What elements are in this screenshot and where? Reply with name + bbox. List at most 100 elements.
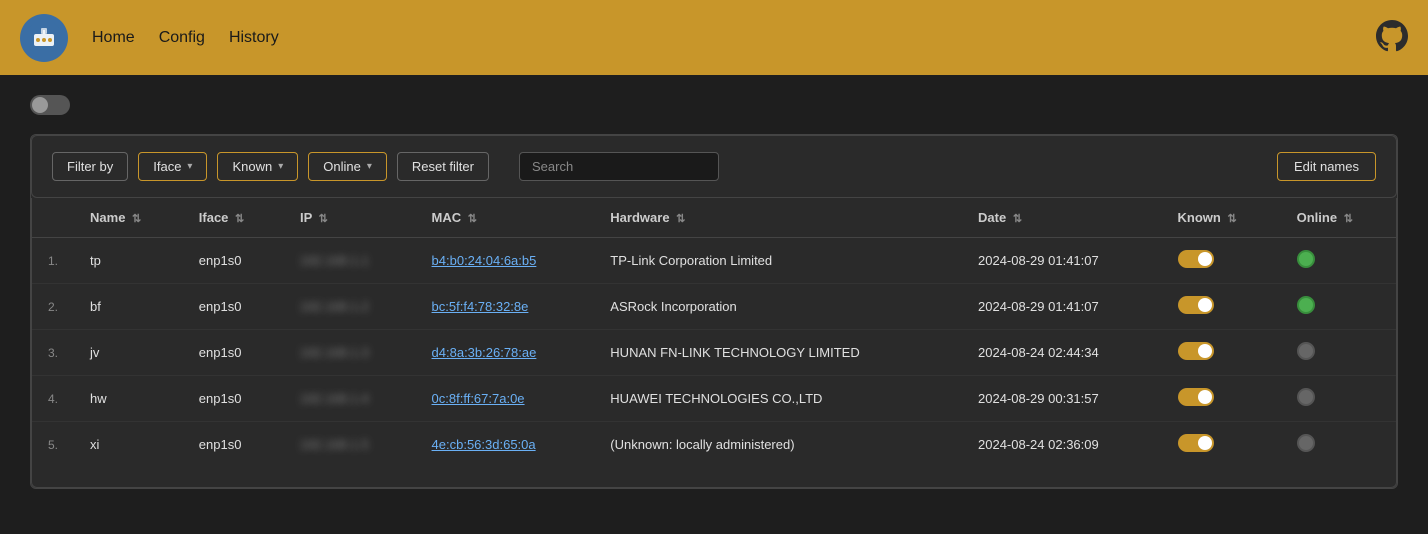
ip-sort-icon[interactable]: ⇅	[319, 213, 328, 225]
iface-arrow-icon: ▾	[187, 161, 192, 172]
cell-name: bf	[74, 284, 183, 330]
cell-mac: bc:5f:f4:78:32:8e	[416, 284, 595, 330]
known-arrow-icon: ▾	[278, 161, 283, 172]
cell-known	[1162, 330, 1281, 376]
cell-date: 2024-08-29 01:41:07	[962, 284, 1162, 330]
col-ip: IP ⇅	[284, 198, 416, 238]
date-sort-icon[interactable]: ⇅	[1013, 213, 1022, 225]
online-indicator	[1297, 434, 1315, 452]
known-toggle-knob	[1198, 436, 1212, 450]
edit-names-button[interactable]: Edit names	[1277, 152, 1376, 181]
online-label: Online	[323, 159, 361, 174]
cell-num: 5.	[32, 422, 74, 468]
cell-mac: 0c:8f:ff:67:7a:0e	[416, 376, 595, 422]
nav-home[interactable]: Home	[92, 29, 135, 47]
cell-iface: enp1s0	[183, 422, 284, 468]
known-toggle-knob	[1198, 252, 1212, 266]
nav-links: Home Config History	[92, 29, 279, 47]
mac-sort-icon[interactable]: ⇅	[468, 213, 477, 225]
known-toggle[interactable]	[1178, 434, 1214, 452]
mac-link[interactable]: b4:b0:24:04:6a:b5	[432, 253, 537, 268]
known-toggle-knob	[1198, 390, 1212, 404]
hardware-sort-icon[interactable]: ⇅	[676, 213, 685, 225]
cell-online	[1281, 238, 1396, 284]
col-mac: MAC ⇅	[416, 198, 595, 238]
cell-ip: 192.168.1.5	[284, 422, 416, 468]
online-dropdown[interactable]: Online ▾	[308, 152, 387, 181]
iface-sort-icon[interactable]: ⇅	[235, 213, 244, 225]
col-hardware: Hardware ⇅	[594, 198, 962, 238]
known-sort-icon[interactable]: ⇅	[1227, 213, 1236, 225]
col-known: Known ⇅	[1162, 198, 1281, 238]
cell-date: 2024-08-29 00:31:57	[962, 376, 1162, 422]
cell-name: hw	[74, 376, 183, 422]
online-indicator	[1297, 250, 1315, 268]
col-date: Date ⇅	[962, 198, 1162, 238]
known-toggle-knob	[1198, 344, 1212, 358]
nav-config[interactable]: Config	[159, 29, 205, 47]
online-indicator	[1297, 296, 1315, 314]
known-toggle[interactable]	[1178, 296, 1214, 314]
filter-by-button[interactable]: Filter by	[52, 152, 128, 181]
known-dropdown[interactable]: Known ▾	[217, 152, 298, 181]
known-label: Known	[232, 159, 272, 174]
table-row: 1. tp enp1s0 192.168.1.1 b4:b0:24:04:6a:…	[32, 238, 1396, 284]
col-online: Online ⇅	[1281, 198, 1396, 238]
iface-label: Iface	[153, 159, 181, 174]
cell-name: jv	[74, 330, 183, 376]
cell-num: 4.	[32, 376, 74, 422]
online-indicator	[1297, 342, 1315, 360]
online-arrow-icon: ▾	[367, 161, 372, 172]
app-logo[interactable]	[20, 14, 68, 62]
table-row: 2. bf enp1s0 192.168.1.2 bc:5f:f4:78:32:…	[32, 284, 1396, 330]
theme-toggle[interactable]	[30, 95, 70, 115]
mac-link[interactable]: d4:8a:3b:26:78:ae	[432, 345, 537, 360]
known-toggle[interactable]	[1178, 388, 1214, 406]
cell-num: 3.	[32, 330, 74, 376]
cell-ip: 192.168.1.1	[284, 238, 416, 284]
filter-bar: Filter by Iface ▾ Known ▾ Online ▾ Reset…	[31, 135, 1397, 198]
cell-date: 2024-08-24 02:44:34	[962, 330, 1162, 376]
known-toggle[interactable]	[1178, 342, 1214, 360]
reset-filter-button[interactable]: Reset filter	[397, 152, 489, 181]
cell-online	[1281, 422, 1396, 468]
cell-hardware: HUAWEI TECHNOLOGIES CO.,LTD	[594, 376, 962, 422]
mac-link[interactable]: bc:5f:f4:78:32:8e	[432, 299, 529, 314]
cell-name: xi	[74, 422, 183, 468]
cell-hardware: TP-Link Corporation Limited	[594, 238, 962, 284]
known-toggle-knob	[1198, 298, 1212, 312]
cell-online	[1281, 376, 1396, 422]
mac-link[interactable]: 0c:8f:ff:67:7a:0e	[432, 391, 525, 406]
cell-date: 2024-08-29 01:41:07	[962, 238, 1162, 284]
cell-iface: enp1s0	[183, 238, 284, 284]
cell-ip: 192.168.1.3	[284, 330, 416, 376]
cell-mac: 4e:cb:56:3d:65:0a	[416, 422, 595, 468]
col-name: Name ⇅	[74, 198, 183, 238]
col-num	[32, 198, 74, 238]
table-row: 5. xi enp1s0 192.168.1.5 4e:cb:56:3d:65:…	[32, 422, 1396, 468]
online-indicator	[1297, 388, 1315, 406]
online-sort-icon[interactable]: ⇅	[1344, 213, 1353, 225]
cell-ip: 192.168.1.2	[284, 284, 416, 330]
cell-iface: enp1s0	[183, 376, 284, 422]
known-toggle[interactable]	[1178, 250, 1214, 268]
table-wrapper: Filter by Iface ▾ Known ▾ Online ▾ Reset…	[30, 134, 1398, 489]
cell-hardware: ASRock Incorporation	[594, 284, 962, 330]
nav-history[interactable]: History	[229, 29, 279, 47]
cell-online	[1281, 330, 1396, 376]
cell-known	[1162, 376, 1281, 422]
mac-link[interactable]: 4e:cb:56:3d:65:0a	[432, 437, 536, 452]
cell-iface: enp1s0	[183, 284, 284, 330]
name-sort-icon[interactable]: ⇅	[132, 213, 141, 225]
cell-name: tp	[74, 238, 183, 284]
cell-mac: d4:8a:3b:26:78:ae	[416, 330, 595, 376]
iface-dropdown[interactable]: Iface ▾	[138, 152, 207, 181]
navbar: Home Config History	[0, 0, 1428, 75]
table-row: 4. hw enp1s0 192.168.1.4 0c:8f:ff:67:7a:…	[32, 376, 1396, 422]
search-input[interactable]	[519, 152, 719, 181]
cell-num: 2.	[32, 284, 74, 330]
cell-iface: enp1s0	[183, 330, 284, 376]
col-iface: Iface ⇅	[183, 198, 284, 238]
cell-mac: b4:b0:24:04:6a:b5	[416, 238, 595, 284]
github-icon[interactable]	[1376, 20, 1408, 55]
